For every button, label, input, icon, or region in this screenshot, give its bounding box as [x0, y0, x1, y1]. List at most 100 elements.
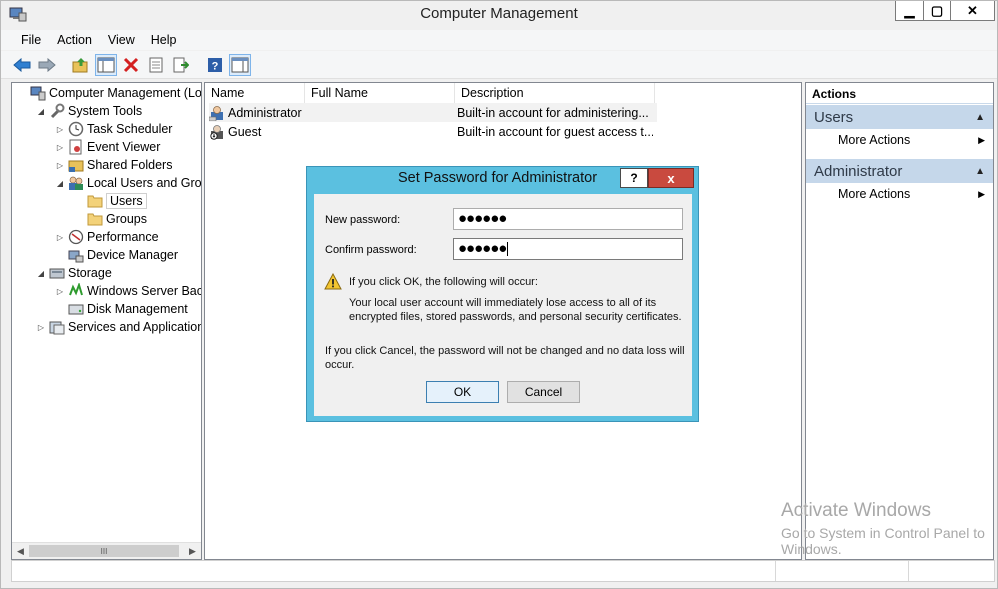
folder-up-icon [72, 57, 88, 72]
warning-heading: If you click OK, the following will occu… [349, 276, 538, 288]
table-row[interactable]: Administrator Built-in account for admin… [209, 103, 657, 122]
properties-button[interactable] [145, 54, 167, 76]
folder-icon [87, 211, 103, 227]
warning-line-1: Your local user account will immediately… [349, 297, 657, 309]
confirm-password-field[interactable]: ●●●●●● [453, 238, 683, 260]
close-icon: x [667, 170, 675, 186]
shared-folder-icon [68, 157, 84, 173]
help-button[interactable]: ? [204, 54, 226, 76]
expanded-arrow-icon[interactable]: ◢ [54, 179, 66, 188]
system-tools-icon [49, 103, 65, 119]
action-item-label: More Actions [838, 133, 911, 147]
show-hide-console-tree-button[interactable] [95, 53, 117, 76]
confirm-password-value: ●●●●●● [458, 240, 507, 257]
collapsed-arrow-icon[interactable]: ▷ [54, 287, 66, 296]
tree-item-label: Services and Applications [68, 320, 202, 334]
tree-item-computer-management-local[interactable]: Computer Management (Local [16, 84, 201, 102]
tree-item-device-manager[interactable]: Device Manager [54, 246, 178, 264]
properties-icon [149, 57, 163, 72]
tree-item-users[interactable]: Users [73, 192, 147, 210]
menu-help[interactable]: Help [143, 30, 185, 50]
tree-item-label: System Tools [68, 104, 143, 118]
back-button[interactable] [11, 54, 33, 76]
new-password-label: New password: [325, 214, 401, 226]
tree-item-system-tools[interactable]: ◢ System Tools [35, 102, 142, 120]
activation-watermark: Activate Windows Go to System in Control… [781, 500, 985, 557]
delete-button[interactable] [120, 54, 142, 76]
more-actions-users[interactable]: More Actions ▶ [806, 129, 993, 151]
tree-item-performance[interactable]: ▷ Performance [54, 228, 159, 246]
cancel-info-line-2: occur. [325, 359, 355, 371]
more-actions-administrator[interactable]: More Actions ▶ [806, 183, 993, 205]
forward-arrow-icon [38, 57, 56, 72]
tree-item-label: Users [106, 193, 147, 209]
collapsed-arrow-icon[interactable]: ▷ [54, 161, 66, 170]
collapsed-arrow-icon[interactable]: ▷ [35, 323, 47, 332]
minimize-button[interactable]: ▁ [895, 1, 923, 21]
expanded-arrow-icon[interactable]: ◢ [35, 269, 47, 278]
backup-icon [68, 283, 84, 299]
warning-icon [324, 273, 342, 290]
show-hide-action-pane-button[interactable] [229, 53, 251, 76]
column-header-full-name[interactable]: Full Name [305, 83, 455, 103]
tree-item-label: Groups [106, 212, 147, 226]
tree-item-windows-server-backup[interactable]: ▷ Windows Server Backup [54, 282, 201, 300]
ok-button[interactable]: OK [426, 381, 499, 403]
event-viewer-icon [68, 139, 84, 155]
tree-item-label: Performance [87, 230, 159, 244]
collapsed-arrow-icon[interactable]: ▷ [54, 143, 66, 152]
export-list-button[interactable] [170, 54, 192, 76]
title-bar[interactable]: Computer Management ▁ ▢ ✕ [1, 1, 997, 29]
submenu-arrow-icon: ▶ [978, 134, 985, 145]
watermark-line: Windows. [781, 541, 842, 557]
dialog-close-button[interactable]: x [648, 168, 694, 188]
section-header-label: Administrator [814, 162, 903, 180]
maximize-button[interactable]: ▢ [923, 1, 950, 21]
expanded-arrow-icon[interactable]: ◢ [35, 107, 47, 116]
scroll-left-icon[interactable]: ◀ [12, 543, 29, 559]
scroll-right-icon[interactable]: ▶ [184, 543, 201, 559]
tree-horizontal-scrollbar[interactable]: ◀ III ▶ [12, 542, 201, 559]
column-header-description[interactable]: Description [455, 83, 655, 103]
user-icon [209, 105, 223, 121]
column-header-name[interactable]: Name [205, 83, 305, 103]
status-bar [11, 560, 995, 582]
menu-file[interactable]: File [13, 30, 49, 50]
tree-item-event-viewer[interactable]: ▷ Event Viewer [54, 138, 160, 156]
actions-section-users[interactable]: Users ▲ [806, 105, 993, 129]
cancel-button[interactable]: Cancel [507, 381, 580, 403]
computer-management-window: Computer Management ▁ ▢ ✕ File Action Vi… [0, 0, 998, 589]
up-one-level-button[interactable] [70, 54, 92, 76]
set-password-dialog: Set Password for Administrator ? x New p… [306, 166, 699, 422]
action-item-label: More Actions [838, 187, 911, 201]
forward-button[interactable] [36, 54, 58, 76]
help-icon: ? [208, 57, 222, 72]
menu-view[interactable]: View [100, 30, 143, 50]
new-password-field[interactable]: ●●●●●● [453, 208, 683, 230]
user-name: Administrator [228, 105, 302, 120]
actions-section-administrator[interactable]: Administrator ▲ [806, 159, 993, 183]
close-button[interactable]: ✕ [950, 1, 995, 21]
minimize-icon: ▁ [904, 2, 915, 18]
tree-item-services-and-applications[interactable]: ▷ Services and Applications [35, 318, 202, 336]
submenu-arrow-icon: ▶ [978, 188, 985, 199]
collapsed-arrow-icon[interactable]: ▷ [54, 233, 66, 242]
delete-x-icon [123, 57, 139, 72]
tree-item-local-users-and-groups[interactable]: ◢ Local Users and Groups [54, 174, 201, 192]
console-tree[interactable]: Computer Management (Local ◢ System Tools ▷… [11, 82, 202, 560]
tree-item-shared-folders[interactable]: ▷ Shared Folders [54, 156, 172, 174]
help-icon: ? [630, 171, 638, 185]
tree-item-storage[interactable]: ◢ Storage [35, 264, 112, 282]
actions-pane: Actions Users ▲ More Actions ▶ Administr… [805, 82, 994, 560]
tree-item-task-scheduler[interactable]: ▷ Task Scheduler [54, 120, 172, 138]
menu-action[interactable]: Action [49, 30, 100, 50]
scroll-thumb[interactable]: III [29, 545, 179, 557]
tree-item-groups[interactable]: Groups [73, 210, 147, 228]
action-pane-icon [231, 57, 249, 72]
tree-item-label: Task Scheduler [87, 122, 173, 136]
dialog-help-button[interactable]: ? [620, 168, 648, 188]
window-title: Computer Management [420, 5, 578, 22]
table-row[interactable]: Guest Built-in account for guest access … [209, 122, 657, 141]
collapsed-arrow-icon[interactable]: ▷ [54, 125, 66, 134]
tree-item-disk-management[interactable]: Disk Management [54, 300, 188, 318]
